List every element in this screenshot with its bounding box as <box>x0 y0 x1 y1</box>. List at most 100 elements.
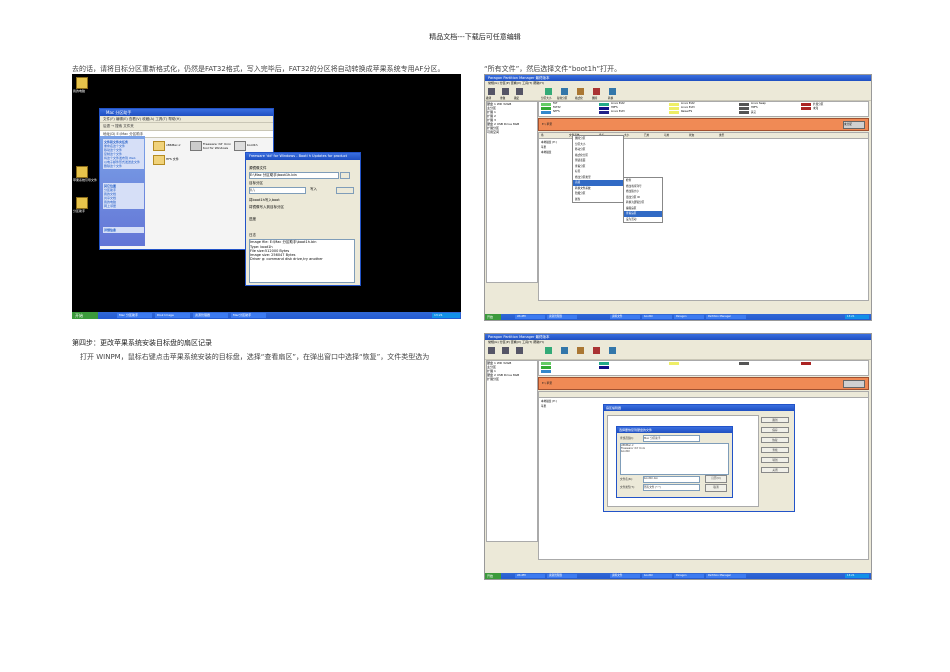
legend-label: NTFS <box>553 110 560 113</box>
folder-icon[interactable] <box>153 155 165 165</box>
grid-row[interactable]: 本地磁盘 (E:) <box>541 140 557 144</box>
partition-bar-label: E:\ 苹果 <box>542 122 553 126</box>
context-menu-item[interactable]: 属性 <box>573 197 623 203</box>
side-button[interactable]: 保存 <box>761 427 789 433</box>
taskbar-button[interactable]: Paragon <box>674 315 704 319</box>
lookin-select[interactable]: Mac 分区助手 <box>643 435 700 442</box>
tree-item[interactable]: 扩展分区 <box>487 377 537 381</box>
legend-label: Linux Ext2 <box>611 102 625 105</box>
redo-icon[interactable] <box>502 347 509 354</box>
taskbar-button[interactable]: Partition Manager <box>706 315 746 319</box>
side-button[interactable]: 关闭 <box>761 467 789 473</box>
my-computer-icon <box>76 77 88 89</box>
file-icon[interactable] <box>234 141 246 151</box>
legend-label: FAT <box>553 102 558 105</box>
xp-taskbar: 开始 Mac 分区助手 Disk Image 资源管理器 Mac分区助手 13:… <box>72 312 461 319</box>
format-icon[interactable] <box>577 88 584 95</box>
taskbar-button[interactable]: WinPM <box>515 574 545 578</box>
format-icon[interactable] <box>577 347 584 354</box>
option-write-boot[interactable]: 将boot1h写入boot <box>249 198 280 203</box>
taskbar-button[interactable]: 资料文件 <box>610 315 640 319</box>
taskbar-button[interactable]: 资源管理器 <box>193 313 228 318</box>
taskbar-button[interactable]: boot1h <box>642 574 672 578</box>
undo-icon[interactable] <box>488 88 495 95</box>
cancel-button[interactable]: 取消 <box>705 484 727 492</box>
taskbar-button[interactable]: Paragon <box>674 574 704 578</box>
explorer-menu[interactable]: 文件(F) 编辑(E) 查看(V) 收藏(A) 工具(T) 帮助(H) <box>100 116 273 123</box>
source-field[interactable]: E:\Mac 分区助手\boot1h.bin <box>249 172 339 179</box>
grid-row[interactable]: 苹果 <box>541 145 546 149</box>
apply-icon[interactable] <box>516 88 523 95</box>
legend-label: HPFS <box>751 106 758 109</box>
submenu-item[interactable]: 设为活动 <box>624 217 662 223</box>
grid-row[interactable]: 苹果 <box>541 404 546 408</box>
taskbar-button[interactable]: Mac分区助手 <box>231 313 266 318</box>
legend-swatch <box>801 362 811 365</box>
legend-label: FAT32 <box>553 106 561 109</box>
sector-editor-title: 扇区编辑器 <box>604 405 794 411</box>
fs-legend <box>538 360 869 376</box>
grid-header <box>539 392 868 398</box>
taskbar-button[interactable]: Mac 分区助手 <box>117 313 152 318</box>
partition-bar[interactable]: E:\ 苹果 <box>538 377 869 390</box>
taskbar-button[interactable]: Disk Image <box>155 313 190 318</box>
taskbar-button[interactable]: Partition Manager <box>706 574 746 578</box>
partition-bar[interactable]: E:\ 苹果 未分配 <box>538 118 869 131</box>
taskbar-button[interactable]: 资源管理器 <box>547 574 577 578</box>
convert-icon[interactable] <box>609 347 616 354</box>
start-button[interactable]: 开始 <box>485 573 501 579</box>
grid-header-cell: 状态 <box>689 134 695 137</box>
target-select[interactable]: \\.\ <box>249 187 306 194</box>
pm-toolbar: 撤消 重做 确定 分区大小 复制分区 格式化 删除 转换 <box>485 86 871 101</box>
open-dialog-title: 选择要恢复到硬盘的文件 <box>617 427 732 433</box>
filetype-select[interactable]: 所有文件 (*.*) <box>643 484 700 491</box>
legend-label: Linux Ext2 <box>681 102 695 105</box>
explorer-toolbar[interactable]: 后退 → 搜索 文件夹 <box>100 123 273 131</box>
file-icon[interactable] <box>153 141 165 151</box>
side-button-restore[interactable]: 恢复 <box>761 437 789 443</box>
desktop-icon-label: 我的电脑 <box>73 89 86 93</box>
side-button[interactable]: 跳到 <box>761 417 789 423</box>
taskbar-button[interactable]: WinPM <box>515 315 545 319</box>
convert-icon[interactable] <box>609 88 616 95</box>
legend-swatch <box>739 103 749 106</box>
copy-icon[interactable] <box>561 88 568 95</box>
filename-input[interactable]: boot1h.bin <box>643 476 700 483</box>
start-button[interactable]: 开始 <box>72 312 98 319</box>
source-label: 源镜像文件 <box>249 166 267 170</box>
desktop-icon-label: 分区助手 <box>73 209 86 213</box>
redo-icon[interactable] <box>502 88 509 95</box>
taskbar-button[interactable]: 资料文件 <box>610 574 640 578</box>
start-button[interactable]: 开始 <box>485 314 501 320</box>
exit-button[interactable] <box>336 187 354 194</box>
resize-icon[interactable] <box>545 88 552 95</box>
xp-desktop-screenshot: 我的电脑 苹果系统引导文件 分区助手 Mac 分区助手 文件(F) 编辑(E) … <box>72 74 461 319</box>
legend-swatch <box>541 111 551 114</box>
open-button[interactable]: 打开(O) <box>705 475 727 483</box>
grid-row[interactable]: 本地磁盘 (E:) <box>541 399 557 403</box>
task-panel-title: 详细信息 <box>104 228 117 232</box>
file-list-item[interactable]: boot1h <box>621 450 728 453</box>
resize-icon[interactable] <box>545 347 552 354</box>
delete-icon[interactable] <box>593 347 600 354</box>
taskbar-button[interactable]: boot1h <box>642 315 672 319</box>
toolbar-label: 确定 <box>514 97 520 100</box>
delete-icon[interactable] <box>593 88 600 95</box>
option-write-image[interactable]: 将镜像写入到目标分区 <box>249 205 284 210</box>
side-button[interactable]: 转到 <box>761 457 789 463</box>
grid-row[interactable]: 本地磁盘 <box>541 150 551 154</box>
legend-label: 未知 <box>813 107 819 110</box>
tree-item[interactable]: 可用空间 <box>487 130 537 134</box>
legend-label: ReiserFS <box>681 110 693 113</box>
write-button[interactable]: 写入 <box>310 187 317 192</box>
browse-button[interactable] <box>340 172 350 179</box>
copy-icon[interactable] <box>561 347 568 354</box>
undo-icon[interactable] <box>488 347 495 354</box>
legend-swatch <box>739 111 749 114</box>
task-link[interactable]: 删除这个文件 <box>104 164 143 168</box>
apply-icon[interactable] <box>516 347 523 354</box>
task-link[interactable]: 网上邻居 <box>104 204 143 208</box>
side-button[interactable]: 查找 <box>761 447 789 453</box>
taskbar-button[interactable]: 资源管理器 <box>547 315 577 319</box>
file-icon[interactable] <box>190 141 202 151</box>
